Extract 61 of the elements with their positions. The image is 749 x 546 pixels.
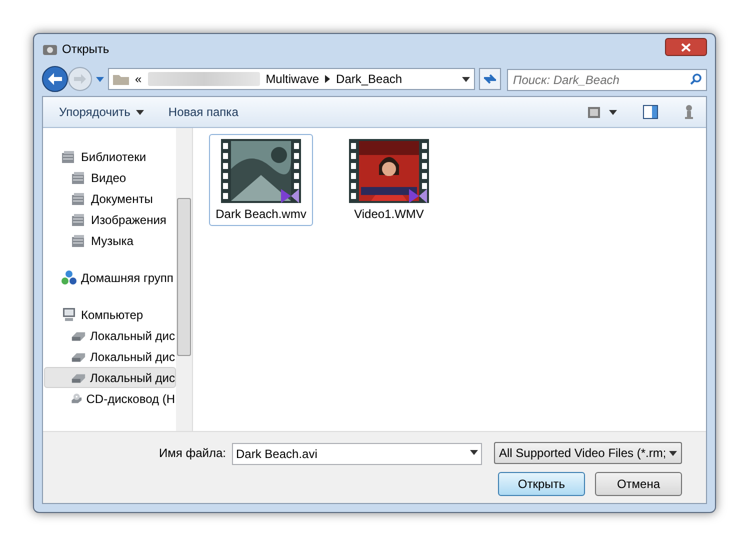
overflow-chevron[interactable]: « [135,70,142,88]
open-button[interactable]: Открыть [498,472,585,496]
sidebar-item[interactable]: Документы [44,188,176,209]
disk-drive-icon [71,350,86,362]
arrow-right-icon [74,74,86,84]
computer-icon [61,307,77,322]
help-icon [684,104,694,120]
filename-label: Имя файла: [159,445,226,462]
sidebar-item[interactable]: Музыка [44,230,176,251]
search-icon [690,73,702,85]
folder-icon [113,73,129,85]
library-icon [71,234,87,248]
file-item[interactable]: Video1.WMV [337,134,441,226]
scrollbar[interactable] [176,128,192,431]
sidebar-item[interactable]: Изображения [44,209,176,230]
view-options-icon [587,106,601,118]
search-field[interactable]: Поиск: Dark_Beach [507,69,707,91]
close-icon [681,42,691,52]
file-item[interactable]: Dark Beach.wmv [209,134,313,226]
sidebar-item[interactable]: Локальный дис [44,367,176,388]
close-button[interactable] [665,38,707,56]
app-icon [42,42,58,56]
sidebar-item[interactable]: Локальный дис [44,346,176,367]
library-icon [61,150,77,164]
organize-button[interactable]: Упорядочить [51,100,152,124]
sidebar-item[interactable]: Компьютер [44,304,176,325]
library-icon [71,212,87,226]
refresh-button[interactable] [479,68,501,90]
caret-icon [609,110,617,114]
arrow-left-icon [48,73,62,85]
cancel-button[interactable]: Отмена [595,472,682,496]
dropdown-caret-icon [462,76,470,82]
separator-arrow-icon[interactable] [325,75,330,83]
library-icon [71,170,87,184]
caret-icon [669,450,677,456]
sidebar-item[interactable]: Видео [44,167,176,188]
preview-pane-icon [643,105,658,119]
breadcrumb-segment[interactable]: Multiwave [266,70,320,88]
history-caret-icon[interactable] [96,76,104,82]
scrollbar-thumb[interactable] [177,198,191,356]
sidebar-item[interactable]: Библиотеки [44,146,176,167]
file-name: Video1.WMV [354,206,424,223]
breadcrumb-segment[interactable]: Dark_Beach [336,70,402,88]
disk-drive-icon [71,372,86,384]
sidebar-item[interactable]: Домашняя групп [44,267,176,288]
refresh-icon [483,73,497,85]
disk-drive-icon [71,330,86,342]
window-title: Открыть [62,41,110,58]
address-bar[interactable]: « Multiwave Dark_Beach [108,68,475,90]
caret-icon [470,450,478,455]
homegroup-icon [61,270,77,286]
file-type-dropdown[interactable]: All Supported Video Files (*.rm; [494,442,682,464]
sidebar-item[interactable]: Локальный дис [44,325,176,346]
back-button[interactable] [42,66,68,92]
caret-icon [136,110,144,114]
library-icon [71,192,87,206]
new-folder-button[interactable]: Новая папка [160,100,246,124]
file-name: Dark Beach.wmv [216,206,306,223]
cd-drive-icon [71,391,82,406]
sidebar-item[interactable]: CD-дисковод (Н [44,388,176,409]
filename-field[interactable]: Dark Beach.avi [232,443,482,465]
